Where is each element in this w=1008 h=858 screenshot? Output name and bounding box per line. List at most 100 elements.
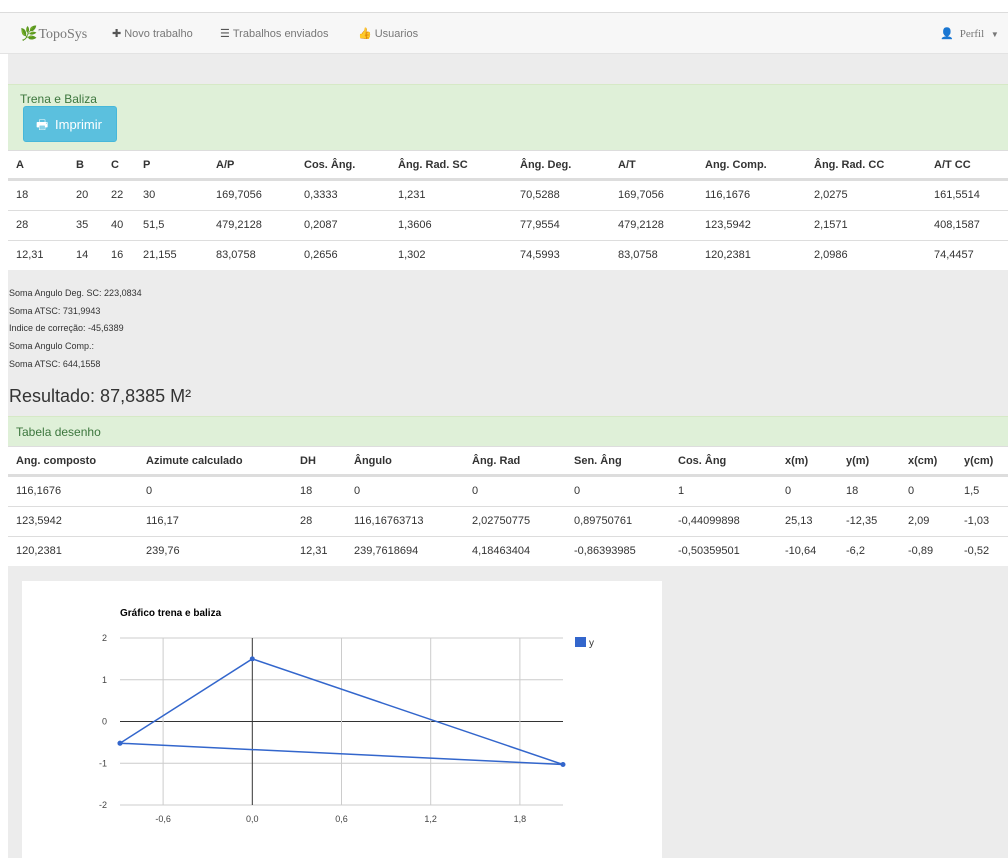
col-header: Âng. Deg. — [520, 159, 572, 171]
table-cell: 116,16763713 — [354, 515, 424, 527]
thumbs-up-icon: 👍 — [358, 28, 372, 40]
table-cell: 18 — [300, 485, 313, 497]
nav-label: Novo trabalho — [124, 28, 193, 40]
table-cell: 18 — [16, 189, 29, 201]
col-header: Ângulo — [354, 455, 392, 467]
table-cell: 14 — [76, 249, 89, 261]
table-cell: -0,89 — [908, 545, 934, 557]
table-cell: 2,0275 — [814, 189, 848, 201]
list-icon: ☰ — [220, 28, 230, 40]
y-tick-label: -1 — [99, 758, 107, 768]
table-cell: 70,5288 — [520, 189, 560, 201]
table-cell: 16 — [111, 249, 124, 261]
panel-title: Tabela desenho — [16, 425, 101, 439]
table-cell: 2,0986 — [814, 249, 848, 261]
table-row: 18 20 22 30 169,7056 0,3333 1,231 70,528… — [8, 180, 1008, 210]
y-tick-label: 0 — [102, 717, 107, 727]
col-header: A/T — [618, 159, 636, 171]
table-cell: -12,35 — [846, 515, 878, 527]
table-cell: 408,1587 — [934, 219, 980, 231]
leaf-icon: 🌿 — [20, 27, 38, 42]
nav-trabalhos-enviados[interactable]: ☰ Trabalhos enviados — [220, 27, 328, 40]
table-cell: 40 — [111, 219, 124, 231]
table-cell: 1,5 — [964, 485, 980, 497]
table-row: 123,5942 116,17 28 116,16763713 2,027507… — [8, 506, 1008, 536]
table-row: 12,31 14 16 21,155 83,0758 0,2656 1,302 … — [8, 240, 1008, 270]
print-button[interactable]: 🖶 Imprimir — [23, 106, 117, 142]
table-cell: 1,231 — [398, 189, 426, 201]
col-header: Ang. composto — [16, 455, 97, 467]
col-header: Azimute calculado — [146, 455, 243, 467]
table-cell: 0,2656 — [304, 249, 338, 261]
table-cell: 30 — [143, 189, 156, 201]
table-cell: 120,2381 — [16, 545, 62, 557]
chart-title: Gráfico trena e baliza — [120, 608, 222, 619]
table-cell: 83,0758 — [216, 249, 256, 261]
profile-menu[interactable]: 👤 Perfil ▼ — [940, 27, 999, 40]
y-tick-label: -2 — [99, 800, 107, 810]
nav-novo-trabalho[interactable]: ✚ Novo trabalho — [112, 27, 193, 40]
table-cell: 169,7056 — [216, 189, 262, 201]
legend-swatch — [575, 637, 586, 647]
x-tick-label: 0,0 — [246, 814, 259, 824]
table-cell: 0 — [908, 485, 915, 497]
x-tick-label: -0,6 — [155, 814, 171, 824]
nav-usuarios[interactable]: 👍 Usuarios — [358, 27, 418, 40]
table-cell: 51,5 — [143, 219, 165, 231]
trena-table: A B C P A/P Cos. Âng. Âng. Rad. SC Âng. … — [8, 150, 1008, 270]
table-cell: 28 — [300, 515, 313, 527]
table-cell: 116,1676 — [705, 189, 751, 201]
panel-tabela-desenho-heading — [8, 416, 1008, 447]
col-header: A — [16, 159, 24, 171]
table-cell: 28 — [16, 219, 29, 231]
nav-label: Trabalhos enviados — [232, 28, 329, 40]
panel-trena-baliza-heading — [8, 84, 1008, 151]
table-cell: 123,5942 — [16, 515, 62, 527]
data-point — [560, 762, 566, 768]
table-cell: -0,86393985 — [574, 545, 636, 557]
table-cell: -6,2 — [846, 545, 865, 557]
table-cell: 74,4457 — [934, 249, 974, 261]
table-cell: 479,2128 — [618, 219, 664, 231]
nav-label: Usuarios — [374, 28, 419, 40]
table-cell: 479,2128 — [216, 219, 262, 231]
table-cell: 77,9554 — [520, 219, 560, 231]
col-header: x(m) — [785, 455, 809, 467]
caret-down-icon: ▼ — [990, 30, 999, 39]
col-header: Cos. Âng — [678, 455, 727, 467]
table-cell: 1,3606 — [398, 219, 432, 231]
table-cell: -10,64 — [785, 545, 817, 557]
col-header: DH — [300, 455, 316, 467]
table-cell: 116,1676 — [16, 485, 62, 497]
line-chart: Gráfico trena e baliza 2 1 0 -1 -2 -0,6 0,0 0,6 1… — [99, 608, 594, 824]
table-cell: 120,2381 — [705, 249, 751, 261]
print-button-label: Imprimir — [55, 117, 102, 132]
col-header: A/T CC — [934, 159, 971, 171]
table-cell: 161,5514 — [934, 189, 980, 201]
table-cell: 0 — [785, 485, 792, 497]
note-soma-angulo-comp: Soma Angulo Comp.: — [9, 341, 95, 351]
brand-logo[interactable]: 🌿TopoSys — [20, 26, 87, 43]
table-cell: 169,7056 — [618, 189, 664, 201]
table-cell: 2,02750775 — [472, 515, 531, 527]
brand-name: TopoSys — [38, 27, 88, 42]
col-header: Cos. Âng. — [304, 159, 356, 171]
profile-label: Perfil — [959, 28, 985, 40]
table-cell: 22 — [111, 189, 124, 201]
col-header: y(m) — [846, 455, 870, 467]
y-tick-label: 1 — [102, 675, 107, 685]
col-header: P — [143, 159, 151, 171]
table-cell: -0,50359501 — [678, 545, 740, 557]
table-row: 116,1676 0 18 0 0 0 1 0 18 0 1,5 — [8, 476, 1008, 506]
table-cell: 74,5993 — [520, 249, 560, 261]
chart-container: Gráfico trena e baliza 2 1 0 -1 -2 -0,6 0,0 0,6 1… — [22, 581, 662, 858]
table-cell: -0,52 — [964, 545, 990, 557]
user-icon: 👤 — [940, 28, 954, 40]
table-cell: 2,1571 — [814, 219, 848, 231]
col-header: Âng. Rad. SC — [398, 159, 468, 171]
table-cell: 2,09 — [908, 515, 930, 527]
table-row: 28 35 40 51,5 479,2128 0,2087 1,3606 77,… — [8, 210, 1008, 240]
desenho-table: Ang. composto Azimute calculado DH Ângul… — [8, 446, 1008, 566]
table-cell: 83,0758 — [618, 249, 658, 261]
col-header: x(cm) — [908, 455, 938, 467]
